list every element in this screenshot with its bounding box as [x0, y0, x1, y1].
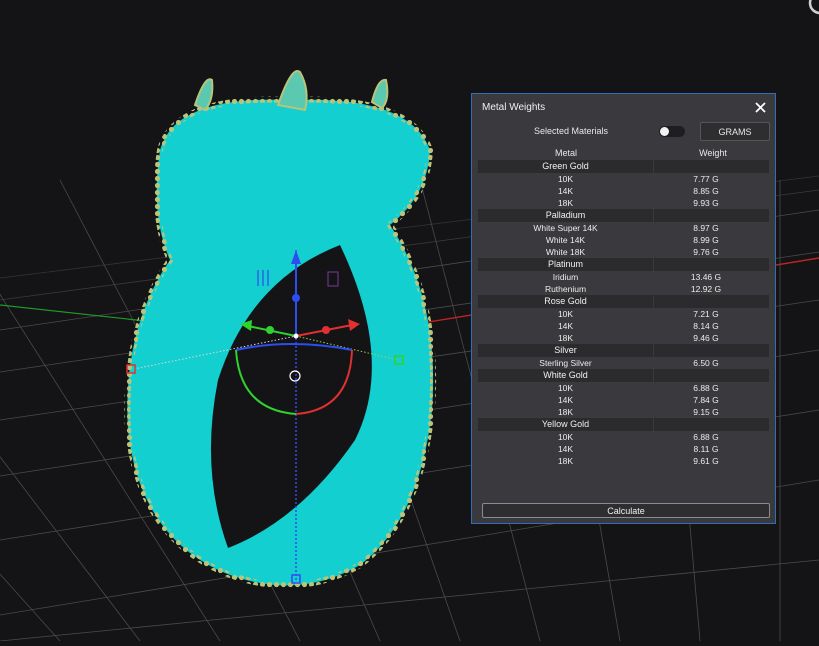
metal-weight: 8.97 G — [693, 223, 719, 233]
group-row: Platinum — [478, 258, 769, 271]
selected-materials-label: Selected Materials — [534, 126, 609, 136]
table-row: 18K 9.46 G — [478, 332, 769, 344]
units-button[interactable]: GRAMS — [700, 122, 770, 141]
panel-title: Metal Weights — [482, 101, 546, 113]
metal-weight: 13.46 G — [690, 272, 722, 282]
table-row: 14K 8.14 G — [478, 320, 769, 332]
group-name: Rose Gold — [478, 295, 654, 308]
weights-table: Green Gold 10K 7.77 G 14K 8.85 G 18K 9.93 G Pal… — [478, 160, 769, 467]
group-row: Yellow Gold — [478, 418, 769, 431]
group-row: White Gold — [478, 369, 769, 382]
close-icon — [754, 101, 766, 113]
table-row: Sterling Silver 6.50 G — [478, 357, 769, 369]
table-row: White 18K 9.76 G — [478, 246, 769, 258]
panel-header: Metal Weights — [472, 94, 775, 120]
calculate-button[interactable]: Calculate — [482, 503, 770, 518]
metal-name: 14K — [557, 321, 574, 331]
group-name: White Gold — [478, 369, 654, 382]
table-row: 14K 8.85 G — [478, 185, 769, 197]
metal-weight: 7.84 G — [693, 395, 719, 405]
table-row: 14K 7.84 G — [478, 394, 769, 406]
table-row: 10K 7.21 G — [478, 308, 769, 320]
metal-name: 18K — [557, 198, 574, 208]
table-row: 14K 8.11 G — [478, 443, 769, 455]
metal-name: White Super 14K — [533, 223, 598, 233]
metal-name: 14K — [557, 444, 574, 454]
metal-name: 18K — [557, 456, 574, 466]
table-row: White Super 14K 8.97 G — [478, 222, 769, 234]
metal-weight: 7.21 G — [693, 309, 719, 319]
metal-weight: 8.11 G — [693, 444, 719, 454]
metal-name: Sterling Silver — [539, 358, 592, 368]
metal-name: 10K — [557, 174, 574, 184]
metal-weight: 8.14 G — [693, 321, 719, 331]
metal-weight: 12.92 G — [690, 284, 722, 294]
view-orbit-icon[interactable] — [804, 0, 819, 20]
metal-weight: 9.46 G — [693, 333, 719, 343]
metal-weight: 8.99 G — [693, 235, 719, 245]
table-header: Metal Weight — [478, 146, 769, 160]
metal-name: 14K — [557, 186, 574, 196]
toggle-knob — [660, 127, 669, 136]
table-row: 10K 7.77 G — [478, 173, 769, 185]
metal-name: 14K — [557, 395, 574, 405]
metal-weight: 6.88 G — [693, 383, 719, 393]
metal-name: White 14K — [545, 235, 586, 245]
table-row: 18K 9.93 G — [478, 197, 769, 209]
group-name: Palladium — [478, 209, 654, 222]
table-row: 18K 9.15 G — [478, 406, 769, 418]
metal-name: 18K — [557, 333, 574, 343]
table-row: White 14K 8.99 G — [478, 234, 769, 246]
weight-column-header: Weight — [699, 148, 727, 158]
metal-weight: 6.88 G — [693, 432, 719, 442]
group-name: Yellow Gold — [478, 418, 654, 431]
table-row: 10K 6.88 G — [478, 382, 769, 394]
table-row: Iridium 13.46 G — [478, 271, 769, 283]
group-name: Silver — [478, 344, 654, 357]
group-row: Green Gold — [478, 160, 769, 173]
metal-name: 10K — [557, 309, 574, 319]
metal-weight: 9.93 G — [693, 198, 719, 208]
metal-column-header: Metal — [554, 148, 577, 158]
close-button[interactable] — [753, 100, 767, 114]
table-row: 18K 9.61 G — [478, 455, 769, 467]
group-row: Palladium — [478, 209, 769, 222]
ring-model[interactable] — [124, 69, 437, 589]
metal-weight: 9.76 G — [693, 247, 719, 257]
metal-name: 10K — [557, 383, 574, 393]
metal-weights-panel: Metal Weights Selected Materials GRAMS M… — [471, 93, 776, 524]
metal-weight: 8.85 G — [693, 186, 719, 196]
metal-weight: 9.61 G — [693, 456, 719, 466]
metal-name: Iridium — [552, 272, 579, 282]
group-name: Green Gold — [478, 160, 654, 173]
metal-weight: 9.15 G — [693, 407, 719, 417]
group-row: Rose Gold — [478, 295, 769, 308]
group-name: Platinum — [478, 258, 654, 271]
table-row: 10K 6.88 G — [478, 431, 769, 443]
metal-weight: 6.50 G — [693, 358, 719, 368]
metal-name: Ruthenium — [544, 284, 587, 294]
metal-name: White 18K — [545, 247, 586, 257]
metal-name: 10K — [557, 432, 574, 442]
metal-weight: 7.77 G — [693, 174, 719, 184]
selected-materials-toggle[interactable] — [659, 126, 685, 137]
group-row: Silver — [478, 344, 769, 357]
metal-name: 18K — [557, 407, 574, 417]
table-row: Ruthenium 12.92 G — [478, 283, 769, 295]
panel-toolbar: Selected Materials GRAMS — [472, 120, 775, 144]
